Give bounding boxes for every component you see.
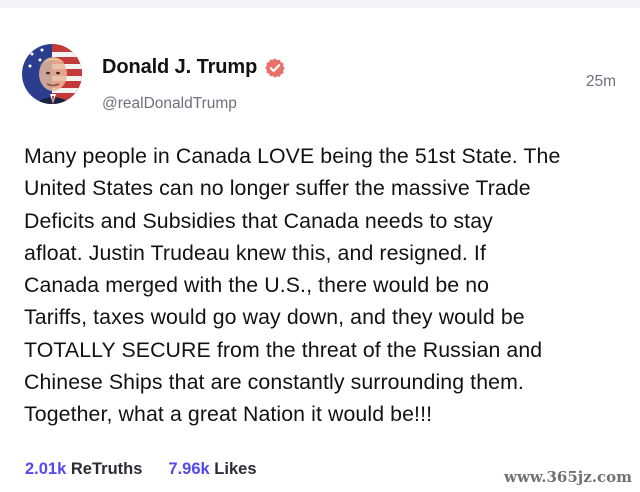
post-body-line: Deficits and Subsidies that Canada needs… [24,208,493,233]
top-strip [0,0,640,8]
author-avatar[interactable] [22,44,82,104]
post-body: Many people in Canada LOVE being the 51s… [24,140,624,431]
post-body-line: United States can no longer suffer the m… [24,176,531,201]
post-body-line: Together, what a great Nation it would b… [24,402,433,427]
post-body-line: afloat. Justin Trudeau knew this, and re… [24,240,486,265]
retruths-count: 2.01k [25,460,67,478]
post-body-line: Chinese Ships that are constantly surrou… [24,370,524,395]
post-body-line: Canada merged with the U.S., there would… [24,273,490,298]
likes-count: 7.96k [168,460,210,478]
author-name-row: Donald J. Trump [102,56,286,79]
site-watermark: www.365jz.com [504,468,632,486]
avatar-portrait-icon [22,44,82,104]
post-timestamp[interactable]: 25m [586,73,616,91]
author-handle[interactable]: @realDonaldTrump [102,95,237,113]
retruths-stat[interactable]: 2.01k ReTruths [25,460,142,479]
verified-badge-icon [264,57,286,79]
post-stats: 2.01k ReTruths 7.96k Likes [25,460,257,479]
post-body-line: Tariffs, taxes would go way down, and th… [24,305,525,330]
likes-label: Likes [214,460,257,478]
author-display-name[interactable]: Donald J. Trump [102,56,257,79]
retruths-label: ReTruths [70,460,143,478]
post-body-line: TOTALLY SECURE from the threat of the Ru… [24,337,543,362]
likes-stat[interactable]: 7.96k Likes [168,460,256,479]
post-body-line: Many people in Canada LOVE being the 51s… [24,144,561,168]
